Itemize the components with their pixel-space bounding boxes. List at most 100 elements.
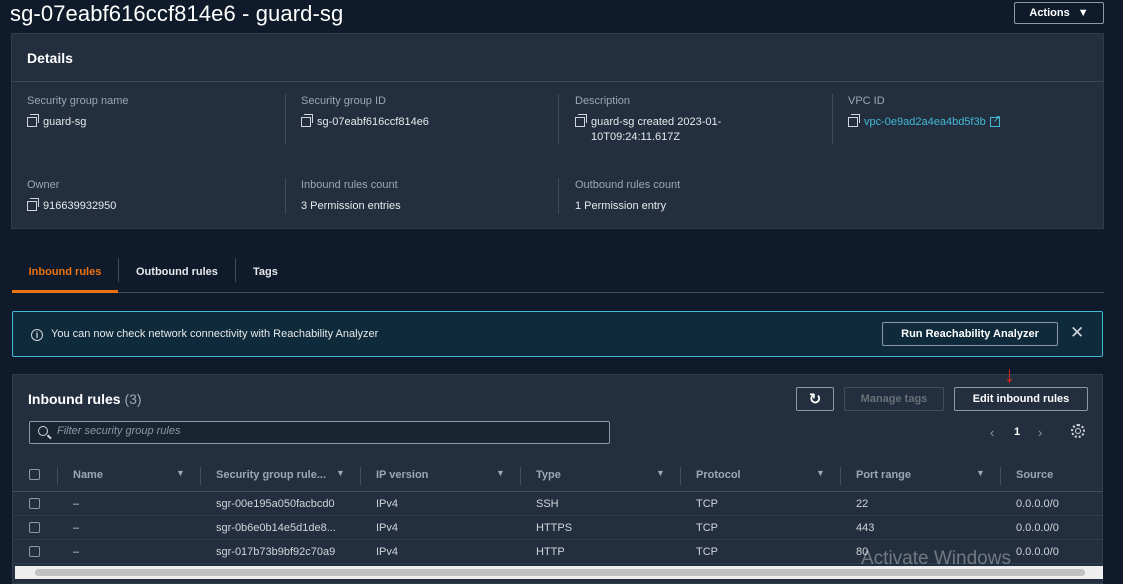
- column-divider: [1000, 467, 1001, 485]
- field-sg-name: Security group name guard-sg: [27, 95, 129, 130]
- rules-title: Inbound rules: [28, 391, 121, 407]
- actions-button[interactable]: Actions ▼: [1014, 2, 1104, 24]
- refresh-button[interactable]: ↻: [796, 387, 834, 411]
- cell-protocol: TCP: [696, 522, 718, 534]
- cell-source: 0.0.0.0/0: [1016, 546, 1059, 558]
- sort-caret-icon[interactable]: ▼: [656, 468, 665, 478]
- cell-protocol: TCP: [696, 546, 718, 558]
- vpc-link[interactable]: vpc-0e9ad2a4ea4bd5f3b: [864, 115, 986, 130]
- activation-watermark: Activate Windows: [861, 548, 1011, 569]
- divider: [558, 178, 559, 214]
- field-value: sg-07eabf616ccf814e6: [317, 116, 429, 128]
- scrollbar-thumb[interactable]: [35, 569, 1085, 576]
- cell-rule-id: sgr-017b73b9bf92c70a9: [216, 546, 336, 558]
- row-checkbox[interactable]: [29, 522, 40, 533]
- cell-source: 0.0.0.0/0: [1016, 522, 1059, 534]
- banner-text: You can now check network connectivity w…: [51, 328, 379, 340]
- run-reachability-analyzer-button[interactable]: Run Reachability Analyzer: [882, 322, 1058, 346]
- select-all-checkbox[interactable]: [29, 469, 40, 480]
- cell-type: SSH: [536, 498, 559, 510]
- edit-inbound-rules-button[interactable]: Edit inbound rules: [954, 387, 1088, 411]
- cell-ip-version: IPv4: [376, 546, 399, 558]
- field-vpc-id: VPC ID vpc-0e9ad2a4ea4bd5f3b: [848, 95, 1001, 130]
- cell-port-range: 443: [856, 522, 875, 534]
- manage-tags-button[interactable]: Manage tags: [844, 387, 944, 411]
- tab-inbound-rules[interactable]: Inbound rules: [12, 253, 118, 293]
- cell-name: –: [73, 522, 80, 534]
- field-value: guard-sg: [43, 116, 87, 128]
- column-header-protocol[interactable]: Protocol: [696, 469, 741, 481]
- column-divider: [57, 467, 58, 485]
- column-divider: [360, 467, 361, 485]
- copy-icon[interactable]: [27, 114, 39, 127]
- chevron-right-icon[interactable]: ›: [1038, 425, 1042, 440]
- tab-divider: [235, 258, 236, 282]
- divider: [832, 94, 833, 144]
- filter-field[interactable]: [29, 421, 610, 444]
- copy-icon[interactable]: [301, 114, 313, 127]
- search-input[interactable]: [57, 425, 597, 437]
- details-heading: Details: [12, 34, 1103, 82]
- sort-caret-icon[interactable]: ▼: [176, 468, 185, 478]
- column-divider: [840, 467, 841, 485]
- column-header-name[interactable]: Name: [73, 469, 103, 481]
- field-value-line2: 10T09:24:11.617Z: [591, 131, 681, 143]
- tab-divider: [118, 258, 119, 282]
- field-value: 916639932950: [43, 200, 117, 212]
- chevron-left-icon[interactable]: ‹: [990, 425, 994, 440]
- table-header: Name ▼ Security group rule... ▼ IP versi…: [13, 460, 1103, 492]
- cell-ip-version: IPv4: [376, 498, 399, 510]
- field-outbound-count: Outbound rules count 1 Permission entry: [575, 179, 680, 214]
- tab-outbound-rules[interactable]: Outbound rules: [136, 253, 218, 291]
- settings-icon[interactable]: [1071, 424, 1085, 438]
- page-number[interactable]: 1: [1014, 426, 1020, 438]
- table-row[interactable]: – sgr-0b6e0b14e5d1de8... IPv4 HTTPS TCP …: [13, 516, 1103, 540]
- details-panel: Details Security group name guard-sg Sec…: [11, 33, 1104, 229]
- close-icon[interactable]: ✕: [1070, 323, 1084, 343]
- caret-down-icon: ▼: [1077, 7, 1089, 19]
- title-bar: sg-07eabf616ccf814e6 - guard-sg Actions …: [0, 0, 1123, 30]
- column-header-ip-version[interactable]: IP version: [376, 469, 428, 481]
- field-value: 1 Permission entry: [575, 200, 667, 212]
- field-label: Security group ID: [301, 95, 386, 107]
- copy-icon[interactable]: [27, 198, 39, 211]
- column-header-port-range[interactable]: Port range: [856, 469, 911, 481]
- divider: [285, 178, 286, 214]
- sort-caret-icon[interactable]: ▼: [816, 468, 825, 478]
- column-divider: [680, 467, 681, 485]
- cell-port-range: 22: [856, 498, 869, 510]
- column-header-rule-id[interactable]: Security group rule...: [216, 469, 326, 481]
- field-label: Owner: [27, 179, 60, 191]
- cell-rule-id: sgr-0b6e0b14e5d1de8...: [216, 522, 336, 534]
- field-label: Inbound rules count: [301, 179, 398, 191]
- field-label: VPC ID: [848, 95, 885, 107]
- refresh-icon: ↻: [808, 391, 822, 408]
- field-label: Outbound rules count: [575, 179, 681, 191]
- column-divider: [200, 467, 201, 485]
- info-banner: i You can now check network connectivity…: [12, 311, 1103, 357]
- cell-protocol: TCP: [696, 498, 718, 510]
- field-label: Security group name: [27, 95, 129, 107]
- tab-tags[interactable]: Tags: [253, 253, 278, 291]
- actions-label: Actions: [1029, 7, 1070, 19]
- info-icon: i: [31, 329, 43, 341]
- sort-caret-icon[interactable]: ▼: [976, 468, 985, 478]
- sort-caret-icon[interactable]: ▼: [336, 468, 345, 478]
- row-checkbox[interactable]: [29, 546, 40, 557]
- search-icon: [38, 426, 48, 436]
- divider: [285, 94, 286, 144]
- column-divider: [520, 467, 521, 485]
- field-description: Description guard-sg created 2023-01- 10T…: [575, 95, 721, 145]
- column-header-type[interactable]: Type: [536, 469, 561, 481]
- sort-caret-icon[interactable]: ▼: [496, 468, 505, 478]
- copy-icon[interactable]: [575, 114, 587, 127]
- table-row[interactable]: – sgr-00e195a050facbcd0 IPv4 SSH TCP 22 …: [13, 492, 1103, 516]
- cell-name: –: [73, 546, 80, 558]
- copy-icon[interactable]: [848, 114, 860, 127]
- divider: [558, 94, 559, 144]
- cell-rule-id: sgr-00e195a050facbcd0: [216, 498, 335, 510]
- column-header-source[interactable]: Source: [1016, 469, 1053, 481]
- row-checkbox[interactable]: [29, 498, 40, 509]
- arrow-down-icon: ↓: [1004, 362, 1015, 387]
- cell-name: –: [73, 498, 80, 510]
